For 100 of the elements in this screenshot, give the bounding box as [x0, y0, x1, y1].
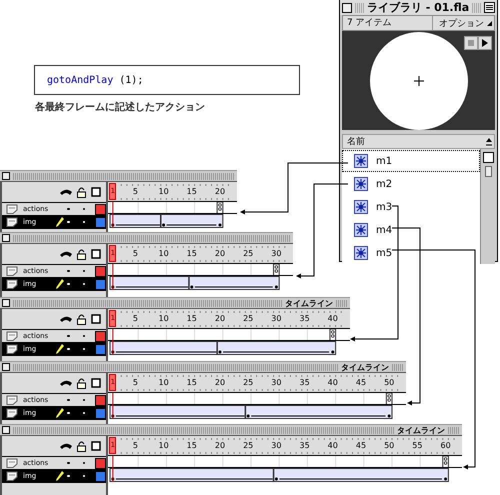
outline-icon[interactable] [91, 378, 101, 388]
scrollbar[interactable] [480, 149, 495, 264]
corner-triangle-icon [487, 20, 492, 26]
outline-icon[interactable] [91, 187, 101, 197]
lock-dot[interactable] [82, 334, 85, 338]
pencil-icon [56, 279, 64, 289]
outline-icon[interactable] [91, 249, 101, 259]
layer-color-swatch[interactable] [95, 408, 106, 418]
visibility-dot[interactable] [67, 398, 70, 402]
lock-dot[interactable] [82, 398, 85, 402]
lock-dot[interactable] [82, 208, 85, 210]
window-title: タイムライン [397, 424, 445, 436]
layer-icon [6, 471, 18, 481]
actions-frames[interactable] [108, 456, 462, 468]
lock-dot[interactable] [82, 412, 85, 414]
frame-number: 15 [186, 378, 198, 387]
lock-icon[interactable] [77, 248, 86, 260]
library-item[interactable]: m1 [342, 150, 480, 172]
play-icon [482, 39, 488, 47]
visibility-dot[interactable] [67, 282, 70, 286]
visibility-dot[interactable] [67, 334, 70, 338]
layer-icon [6, 266, 18, 276]
sort-order-icon[interactable] [484, 136, 494, 148]
layer-color-swatch[interactable] [95, 216, 106, 228]
layer-color-swatch[interactable] [95, 394, 106, 406]
library-item[interactable]: m2 [342, 173, 480, 195]
visibility-dot[interactable] [67, 474, 70, 478]
frame-number: 5 [132, 378, 139, 387]
lock-dot[interactable] [82, 282, 85, 286]
frame-number: 50 [383, 378, 396, 387]
layer-color-swatch[interactable] [95, 266, 106, 276]
actions-frames[interactable] [108, 264, 293, 276]
close-box-icon[interactable] [2, 299, 10, 307]
layer-color-swatch[interactable] [95, 458, 106, 468]
frame-number: 10 [157, 314, 170, 323]
frame-number: 50 [383, 441, 396, 450]
frame-ruler[interactable] [108, 244, 293, 264]
library-item[interactable]: m4 [342, 219, 480, 241]
visibility-dot[interactable] [67, 270, 70, 272]
layer-color-swatch[interactable] [95, 204, 106, 214]
library-item[interactable]: m5 [342, 242, 480, 264]
pencil-icon [56, 217, 64, 227]
frame-number: 10 [157, 187, 170, 196]
eye-icon[interactable] [60, 315, 72, 323]
frame-ruler[interactable] [108, 436, 462, 456]
frame-number: 20 [214, 378, 226, 387]
visibility-dot[interactable] [67, 348, 70, 350]
frame-number: 10 [157, 441, 170, 450]
frame-number: 10 [157, 249, 170, 258]
frame-number: 45 [354, 441, 368, 450]
frame-number: 15 [186, 187, 198, 196]
visibility-dot[interactable] [67, 462, 70, 464]
outline-icon[interactable] [91, 314, 101, 324]
close-box-icon[interactable] [2, 172, 10, 180]
close-box-icon[interactable] [2, 363, 10, 371]
layer-color-swatch[interactable] [95, 330, 106, 342]
layer-color-swatch[interactable] [95, 344, 106, 354]
window-title: タイムライン [285, 298, 333, 308]
lock-dot[interactable] [82, 220, 85, 224]
close-box-icon[interactable] [2, 426, 10, 434]
frame-ruler[interactable] [108, 182, 237, 202]
actions-frames[interactable] [108, 393, 406, 405]
lock-dot[interactable] [82, 348, 85, 350]
frame-ruler[interactable] [108, 373, 406, 393]
lock-dot[interactable] [82, 462, 85, 464]
visibility-dot[interactable] [67, 412, 70, 414]
eye-icon[interactable] [60, 250, 72, 258]
movie-clip-icon [354, 177, 368, 191]
eye-icon[interactable] [60, 442, 72, 450]
actions-frames[interactable] [108, 329, 350, 341]
movie-clip-icon [354, 200, 368, 214]
actions-frames[interactable] [108, 202, 237, 214]
layer-icon [6, 344, 18, 354]
frame-number: 35 [298, 378, 311, 387]
eye-icon[interactable] [60, 379, 72, 387]
close-box-icon[interactable] [2, 234, 10, 242]
outline-icon[interactable] [91, 441, 101, 451]
eye-icon[interactable] [60, 188, 72, 196]
library-item[interactable]: m3 [342, 196, 480, 218]
frame-number: 25 [242, 378, 254, 387]
frame-number: 25 [242, 314, 254, 323]
lock-icon[interactable] [77, 314, 86, 324]
play-button[interactable] [478, 36, 492, 50]
layer-color-swatch[interactable] [95, 470, 106, 482]
lock-icon[interactable] [77, 378, 86, 388]
layer-icon [6, 331, 18, 341]
lock-icon[interactable] [77, 186, 86, 198]
lock-dot[interactable] [82, 270, 85, 272]
visibility-dot[interactable] [67, 208, 70, 210]
frame-number: 30 [270, 441, 282, 450]
frame-number: 5 [132, 314, 139, 323]
pencil-icon [56, 344, 64, 354]
lock-dot[interactable] [82, 474, 85, 478]
menu-icon[interactable] [484, 2, 496, 13]
frame-ruler[interactable] [108, 309, 350, 329]
lock-icon[interactable] [77, 440, 86, 452]
frame-number: 15 [186, 441, 198, 450]
layer-color-swatch[interactable] [95, 278, 106, 290]
visibility-dot[interactable] [67, 220, 70, 224]
close-box-icon[interactable] [342, 2, 352, 12]
